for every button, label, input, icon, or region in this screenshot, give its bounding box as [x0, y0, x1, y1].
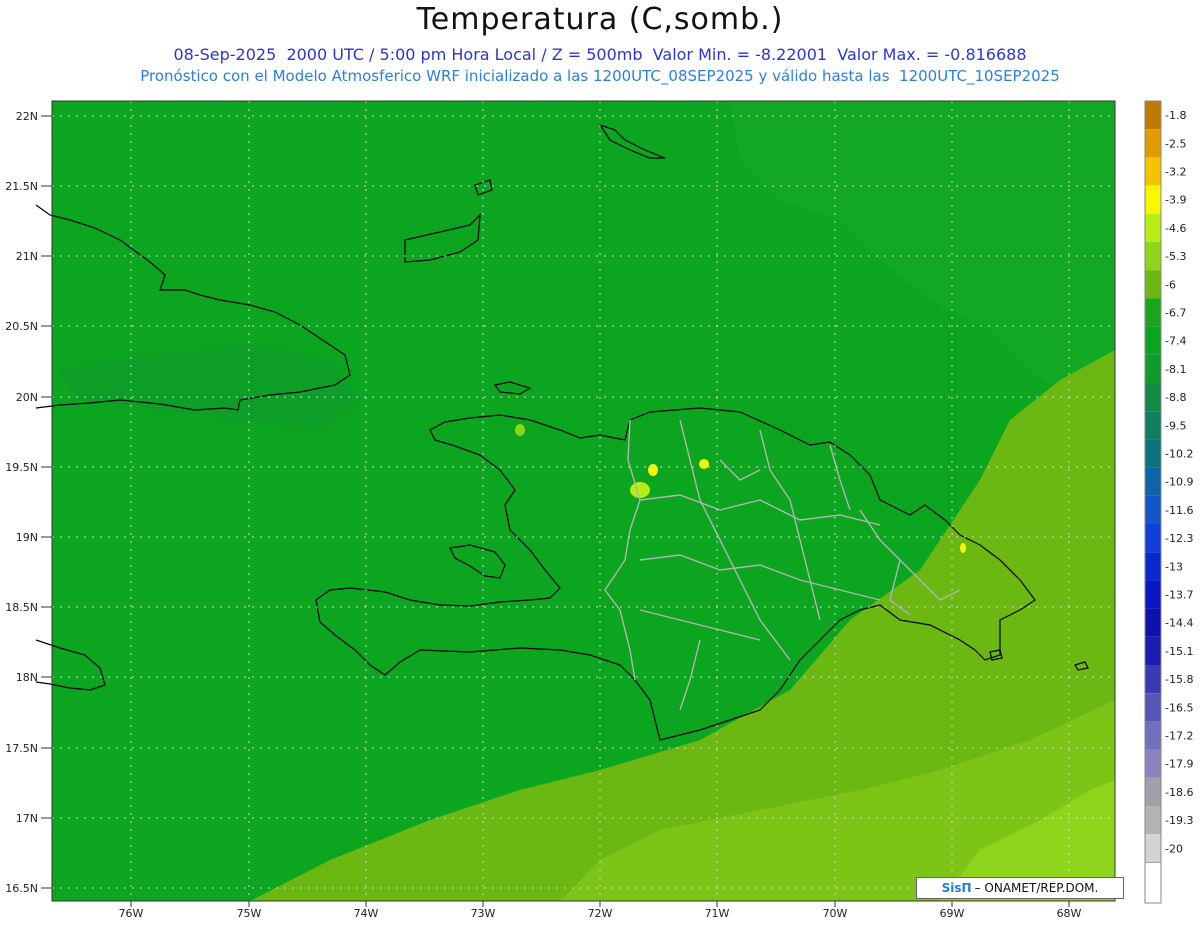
lon-label: 73W [471, 907, 496, 920]
legend-label: -1.8 [1165, 109, 1186, 122]
legend-label: -20 [1165, 842, 1183, 855]
legend-swatch [1145, 580, 1161, 609]
lon-label: 71W [705, 907, 730, 920]
lon-label: 76W [119, 907, 144, 920]
legend-swatch [1145, 608, 1161, 637]
lon-label: 69W [940, 907, 965, 920]
legend-label: -4.6 [1165, 222, 1186, 235]
legend-swatch [1145, 834, 1161, 863]
legend-swatch [1145, 777, 1161, 806]
legend-swatch [1145, 157, 1161, 186]
legend-label: -8.1 [1165, 363, 1186, 376]
sispi-logo: SisΠ [941, 881, 972, 895]
legend-label: -13.7 [1165, 589, 1193, 602]
legend-swatch [1145, 383, 1161, 412]
legend-label: -10.2 [1165, 448, 1193, 461]
legend-swatch [1145, 129, 1161, 158]
legend-label: -11.6 [1165, 504, 1193, 517]
longitude-labels: 76W 75W 74W 73W 72W 71W 70W 69W 68W [119, 907, 1082, 920]
legend-label: -13 [1165, 560, 1183, 573]
legend-swatch [1145, 354, 1161, 383]
legend-swatch [1145, 467, 1161, 496]
field-warm-spot-5 [960, 543, 966, 553]
lat-label: 18N [16, 671, 38, 684]
legend-label: -10.9 [1165, 476, 1193, 489]
lat-label: 18.5N [5, 601, 38, 614]
legend-swatch [1145, 213, 1161, 242]
legend-label: -12.3 [1165, 532, 1193, 545]
lat-label: 17.5N [5, 742, 38, 755]
legend-swatch [1145, 326, 1161, 355]
map-svg: 22N 21.5N 21N 20.5N 20N 19.5N 19N 18.5N … [5, 100, 1193, 920]
legend-label: -8.8 [1165, 391, 1186, 404]
legend-swatch [1145, 552, 1161, 581]
lat-label: 21.5N [5, 180, 38, 193]
longitude-ticks [130, 901, 1070, 907]
lon-label: 74W [354, 907, 379, 920]
lat-label: 19N [16, 531, 38, 544]
color-legend: -1.8 -2.5 -3.2 -3.9 -4.6 -5.3 -6 -6.7 -7.4 -8.1 -8… [1144, 100, 1193, 904]
legend-label: -15.8 [1165, 673, 1193, 686]
legend-swatch [1145, 495, 1161, 524]
legend-label: -14.4 [1165, 617, 1193, 630]
legend-swatch-min [1144, 861, 1162, 904]
lat-label: 20N [16, 391, 38, 404]
legend-swatch [1145, 693, 1161, 722]
lon-label: 75W [237, 907, 262, 920]
legend-swatch [1145, 636, 1161, 665]
field-warm-spot-4 [515, 424, 525, 436]
field-warm-spot-1 [630, 482, 650, 498]
legend-swatch [1145, 298, 1161, 327]
legend-label: -6 [1165, 278, 1176, 291]
lon-label: 70W [823, 907, 848, 920]
legend-label: -17.9 [1165, 758, 1193, 771]
lat-label: 20.5N [5, 320, 38, 333]
credit-box: SisΠ – ONAMET/REP.DOM. [916, 877, 1124, 899]
lat-label: 22N [16, 110, 38, 123]
lon-label: 72W [588, 907, 613, 920]
legend-swatch [1145, 749, 1161, 778]
legend-label: -9.5 [1165, 419, 1186, 432]
field-warm-spot-2 [648, 464, 658, 476]
legend-swatch [1145, 411, 1161, 440]
legend-swatch [1145, 524, 1161, 553]
legend-label: -2.5 [1165, 137, 1186, 150]
legend-swatch [1145, 439, 1161, 468]
lat-label: 16.5N [5, 882, 38, 895]
legend-label: -15.1 [1165, 645, 1193, 658]
legend-swatch [1145, 242, 1161, 271]
legend-label: -6.7 [1165, 307, 1186, 320]
legend-label: -5.3 [1165, 250, 1186, 263]
temperature-field [52, 101, 1115, 901]
lat-label: 17N [16, 812, 38, 825]
legend-swatch [1145, 270, 1161, 299]
legend-label: -3.2 [1165, 166, 1186, 179]
legend-label: -17.2 [1165, 730, 1193, 743]
latitude-ticks [41, 115, 52, 889]
legend-swatch [1145, 806, 1161, 835]
latitude-labels: 22N 21.5N 21N 20.5N 20N 19.5N 19N 18.5N … [5, 110, 38, 895]
credit-text: – ONAMET/REP.DOM. [974, 881, 1099, 895]
legend-label: -16.5 [1165, 701, 1193, 714]
lat-label: 19.5N [5, 461, 38, 474]
legend-label: -19.3 [1165, 814, 1193, 827]
legend-swatch [1145, 185, 1161, 214]
legend-label: -3.9 [1165, 194, 1186, 207]
legend-label: -18.6 [1165, 786, 1193, 799]
lat-label: 21N [16, 250, 38, 263]
legend-swatch [1145, 101, 1161, 130]
lon-label: 68W [1057, 907, 1082, 920]
legend-swatch [1145, 665, 1161, 694]
legend-label: -7.4 [1165, 335, 1186, 348]
legend-swatch [1145, 721, 1161, 750]
